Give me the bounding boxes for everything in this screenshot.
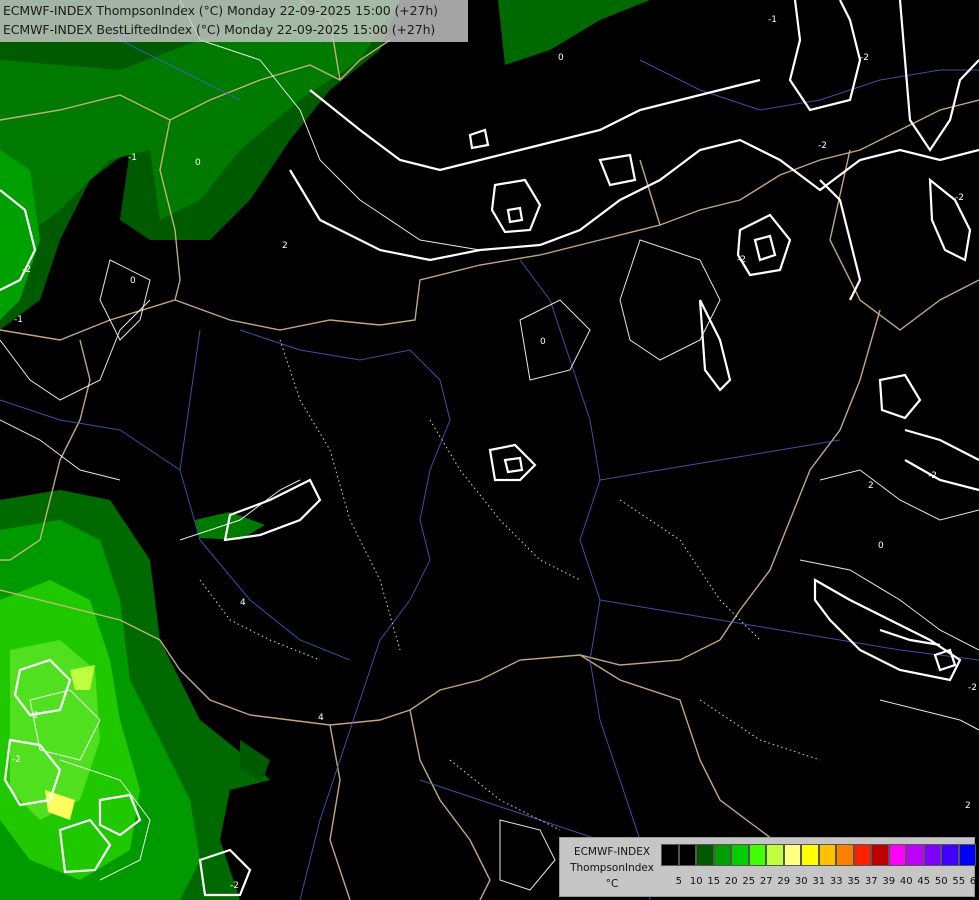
legend-ticks: 5 10 1520 2527 2930 3133 3537 3940 4550 5560 [670,876,979,887]
contour-label: -1 [14,315,23,325]
title-line-lifted: ECMWF-INDEX BestLiftedIndex (°C) Monday … [3,22,436,37]
legend-swatch [801,844,819,866]
legend-tick-label: 55 [952,876,966,887]
contour-label: -2 [928,471,937,481]
contour-label: 2 [965,801,971,811]
legend-swatch [696,844,714,866]
legend-tick-label: 35 [847,876,861,887]
legend-tick-label: 37 [864,876,878,887]
contour-label: 0 [558,53,564,63]
legend-swatch [836,844,854,866]
legend-swatch [783,844,801,866]
legend-swatch [906,844,924,866]
contour-label: -2 [818,141,827,151]
contour-label: -1 [768,15,777,25]
legend-variable: ThompsonIndex [570,862,654,874]
legend-swatch [713,844,731,866]
contour-label: -2 [230,881,239,891]
contour-label: 2 [868,481,874,491]
legend-tick-label: 10 [689,876,703,887]
contour-label: 0 [130,276,136,286]
map-title-box: ECMWF-INDEX ThompsonIndex (°C) Monday 22… [0,0,468,42]
contour-label: 0 [195,158,201,168]
contour-label: 4 [240,598,246,608]
legend-tick-label: 33 [829,876,843,887]
legend-tick-label: 40 [899,876,913,887]
title-line-thompson: ECMWF-INDEX ThompsonIndex (°C) Monday 22… [3,3,438,18]
contour-label: -2 [22,265,31,275]
contour-label: -2 [12,755,21,765]
color-legend: ECMWF-INDEX ThompsonIndex °C 5 10 15 20 25 27… [559,837,979,897]
legend-tick-label: 5 [675,876,682,887]
forecast-map: -2 -2 -2 0 0 0 0 -2 -2 -2 -2 2 2 2 4 4 -… [0,0,979,900]
legend-swatch [818,844,836,866]
legend-source: ECMWF-INDEX [573,846,651,858]
legend-swatches [661,844,976,866]
legend-tick-label: 39 [882,876,896,887]
contour-label: -2 [955,193,964,203]
contour-label: 4 [318,713,324,723]
contour-label: 0 [878,541,884,551]
legend-swatch [941,844,959,866]
legend-swatch [888,844,906,866]
legend-swatch [748,844,766,866]
legend-swatch [871,844,889,866]
legend-tick-label: 50 [934,876,948,887]
legend-tick-label: 60 [969,876,979,887]
legend-swatch [678,844,696,866]
contour-label: -2 [860,53,869,63]
legend-swatch [923,844,941,866]
contour-label: -1 [128,153,137,163]
legend-swatch [958,844,976,866]
legend-swatch [766,844,784,866]
legend-tick-label: 25 [742,876,756,887]
legend-tick-label: 15 [707,876,721,887]
legend-swatch [853,844,871,866]
legend-swatch [661,844,679,866]
legend-tick-label: 29 [777,876,791,887]
contour-label: -2 [737,255,746,265]
contour-label: 2 [282,241,288,251]
legend-tick-label: 45 [917,876,931,887]
legend-tick-label: 27 [759,876,773,887]
contour-label: 0 [540,337,546,347]
legend-swatch [731,844,749,866]
contour-label: -2 [968,683,977,693]
contour-label: -2 [30,711,39,721]
legend-tick-label: 20 [724,876,738,887]
legend-tick-label: 31 [812,876,826,887]
legend-tick-label: 30 [794,876,808,887]
legend-unit: °C [605,878,619,890]
